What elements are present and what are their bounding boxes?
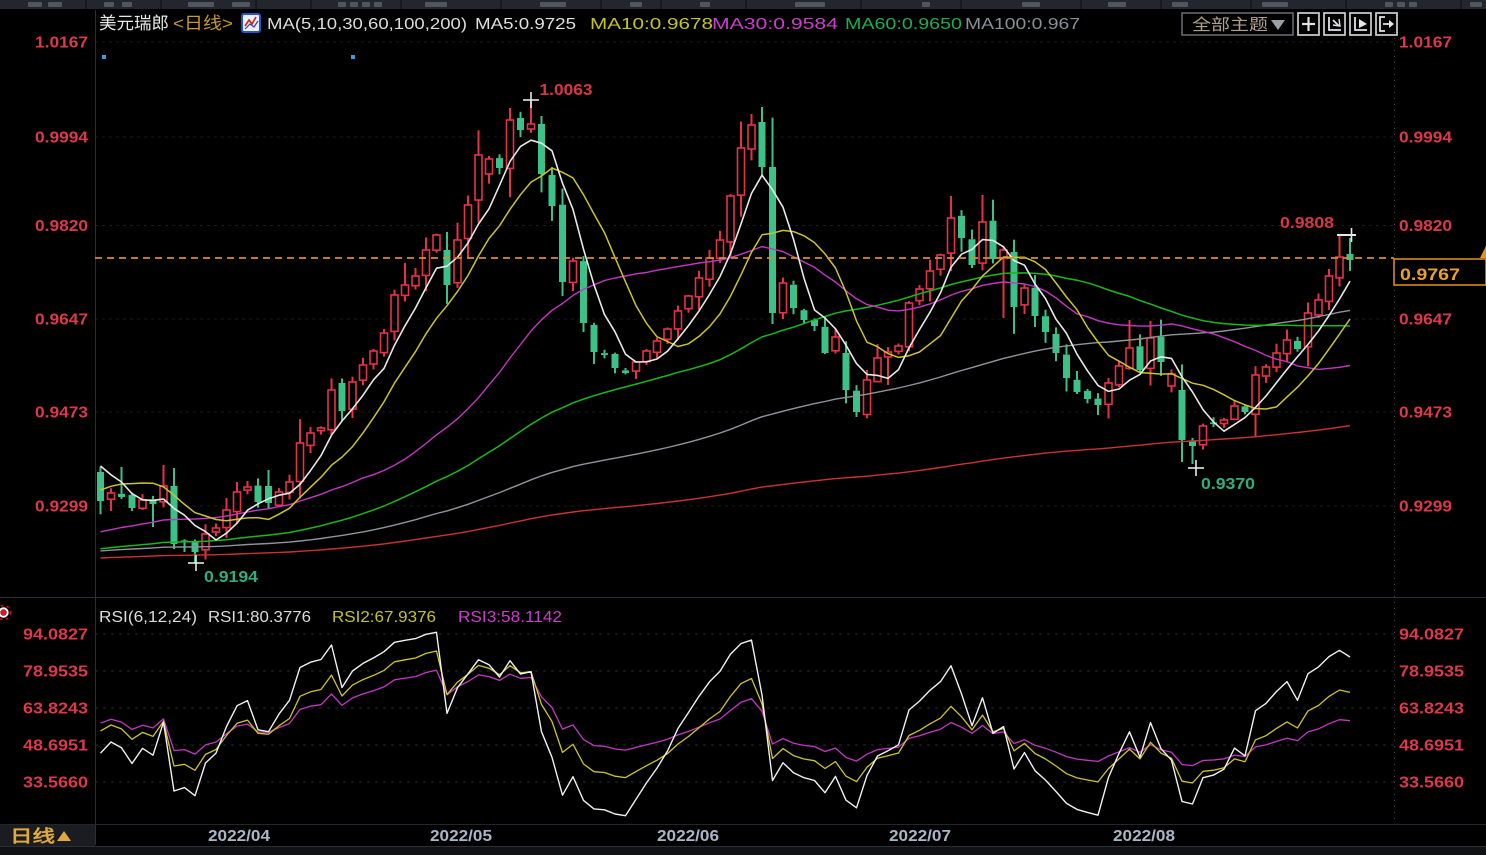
svg-text:MA30:0.9584: MA30:0.9584: [712, 16, 838, 33]
svg-text:MA100:0.967: MA100:0.967: [965, 16, 1080, 33]
svg-text:RSI1:80.3776: RSI1:80.3776: [208, 609, 311, 626]
svg-text:48.6951: 48.6951: [23, 738, 88, 755]
svg-text:0.9767: 0.9767: [1400, 265, 1460, 284]
svg-text:2022/05: 2022/05: [430, 828, 492, 845]
svg-text:0.9299: 0.9299: [35, 499, 88, 516]
svg-text:0.9194: 0.9194: [204, 569, 258, 586]
svg-text:RSI3:58.1142: RSI3:58.1142: [458, 609, 562, 626]
svg-text:MA5:0.9725: MA5:0.9725: [475, 16, 576, 33]
svg-text:<日线>: <日线>: [173, 14, 233, 33]
svg-text:0.9994: 0.9994: [1399, 130, 1452, 147]
svg-text:RSI(6,12,24): RSI(6,12,24): [99, 609, 197, 626]
svg-text:MA10:0.9678: MA10:0.9678: [590, 16, 713, 33]
svg-text:0.9473: 0.9473: [35, 405, 88, 422]
svg-text:78.9535: 78.9535: [1399, 664, 1464, 681]
svg-text:1.0167: 1.0167: [35, 35, 88, 52]
svg-text:全部主题: 全部主题: [1192, 16, 1268, 34]
svg-text:美元瑞郎: 美元瑞郎: [99, 14, 169, 33]
svg-text:RSI2:67.9376: RSI2:67.9376: [332, 609, 436, 626]
svg-text:94.0827: 94.0827: [23, 627, 88, 644]
svg-text:0.9473: 0.9473: [1399, 405, 1452, 422]
svg-text:2022/04: 2022/04: [208, 828, 270, 845]
svg-text:1.0167: 1.0167: [1399, 35, 1452, 52]
svg-text:0.9808: 0.9808: [1280, 215, 1334, 232]
svg-text:0.9820: 0.9820: [35, 218, 88, 235]
svg-text:0.9820: 0.9820: [1399, 218, 1452, 235]
svg-text:2022/07: 2022/07: [889, 828, 951, 845]
svg-text:0.9647: 0.9647: [35, 312, 88, 329]
svg-text:33.5660: 33.5660: [1399, 775, 1464, 792]
svg-text:MA(5,10,30,60,100,200): MA(5,10,30,60,100,200): [267, 16, 467, 33]
svg-text:63.8243: 63.8243: [1399, 701, 1464, 718]
svg-text:2022/08: 2022/08: [1113, 828, 1175, 845]
svg-text:48.6951: 48.6951: [1399, 738, 1464, 755]
svg-text:0.9370: 0.9370: [1201, 476, 1255, 493]
svg-text:2022/06: 2022/06: [657, 828, 719, 845]
svg-text:63.8243: 63.8243: [23, 701, 88, 718]
svg-text:0.9647: 0.9647: [1399, 312, 1452, 329]
svg-text:33.5660: 33.5660: [23, 775, 88, 792]
svg-text:日线: 日线: [10, 826, 55, 846]
svg-text:0.9299: 0.9299: [1399, 499, 1452, 516]
svg-text:MA60:0.9650: MA60:0.9650: [845, 16, 962, 33]
svg-text:94.0827: 94.0827: [1399, 627, 1464, 644]
svg-text:0.9994: 0.9994: [35, 130, 88, 147]
svg-text:78.9535: 78.9535: [23, 664, 88, 681]
svg-text:1.0063: 1.0063: [540, 82, 593, 99]
